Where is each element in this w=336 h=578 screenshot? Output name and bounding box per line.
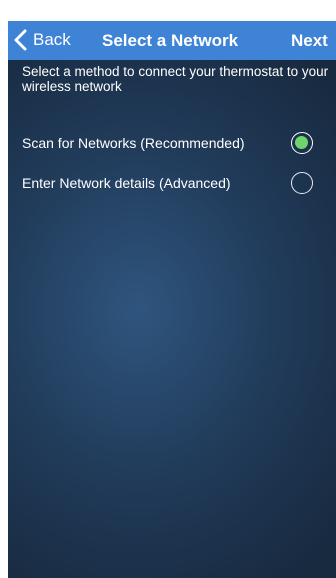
radio-selected-dot xyxy=(295,136,308,149)
page-title: Select a Network xyxy=(102,31,239,50)
option-label: Scan for Networks (Recommended) xyxy=(22,135,245,151)
navigation-bar: Back Select a Network Next xyxy=(8,21,336,60)
instructions-text: Select a method to connect your thermost… xyxy=(22,64,329,94)
chevron-left-icon xyxy=(14,29,27,51)
option-label: Enter Network details (Advanced) xyxy=(22,175,231,191)
option-scan-networks[interactable]: Scan for Networks (Recommended) xyxy=(8,126,336,160)
content-area: Select a method to connect your thermost… xyxy=(8,60,336,578)
radio-button-unselected[interactable] xyxy=(291,172,313,194)
next-button[interactable]: Next xyxy=(291,21,328,60)
back-label: Back xyxy=(33,30,71,49)
screen: Back Select a Network Next Select a meth… xyxy=(0,0,336,578)
back-button[interactable]: Back xyxy=(14,27,71,53)
option-enter-network-details[interactable]: Enter Network details (Advanced) xyxy=(8,166,336,200)
radio-button-selected[interactable] xyxy=(291,132,313,154)
